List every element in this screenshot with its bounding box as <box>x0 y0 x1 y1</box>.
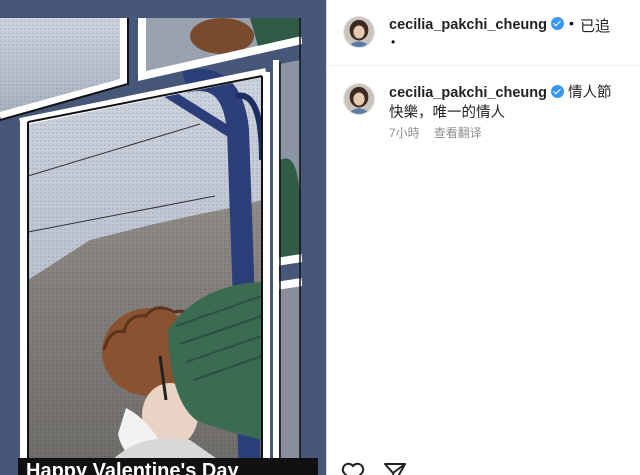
comment-avatar-image <box>344 84 374 114</box>
follow-separator: • <box>569 15 574 31</box>
comment-author[interactable]: cecilia_pakchi_cheung <box>389 85 547 101</box>
comment-meta: 7小時 查看翻译 <box>389 124 482 141</box>
caption-comment: cecilia_pakchi_cheung 情人節快樂，唯一的情人 7小時 查看翻… <box>327 66 640 146</box>
image-caption: Happy Valentine's Day <box>18 458 318 475</box>
comment-body: cecilia_pakchi_cheung 情人節快樂，唯一的情人 <box>389 83 619 123</box>
translate-link[interactable]: 查看翻译 <box>434 126 482 140</box>
post-header: cecilia_pakchi_cheung • 已追 • <box>327 0 640 66</box>
comment-time[interactable]: 7小時 <box>389 126 420 140</box>
post-sidebar: cecilia_pakchi_cheung • 已追 • cecilia_pak… <box>326 0 640 475</box>
post-media[interactable]: Happy Valentine's Day <box>0 0 326 475</box>
author-username[interactable]: cecilia_pakchi_cheung <box>389 17 564 33</box>
verified-badge-icon <box>550 17 564 30</box>
more-options-dot[interactable]: • <box>391 35 395 49</box>
heart-icon[interactable] <box>341 462 365 475</box>
avatar-image <box>344 17 374 47</box>
paper-plane-icon[interactable] <box>383 462 407 475</box>
post-image <box>0 0 326 475</box>
author-username-text[interactable]: cecilia_pakchi_cheung <box>389 17 547 33</box>
action-bar <box>341 462 421 475</box>
comment-avatar[interactable] <box>343 83 375 115</box>
follow-button[interactable]: 已追 <box>580 15 610 36</box>
verified-badge-icon <box>550 85 564 98</box>
avatar[interactable] <box>343 16 375 48</box>
